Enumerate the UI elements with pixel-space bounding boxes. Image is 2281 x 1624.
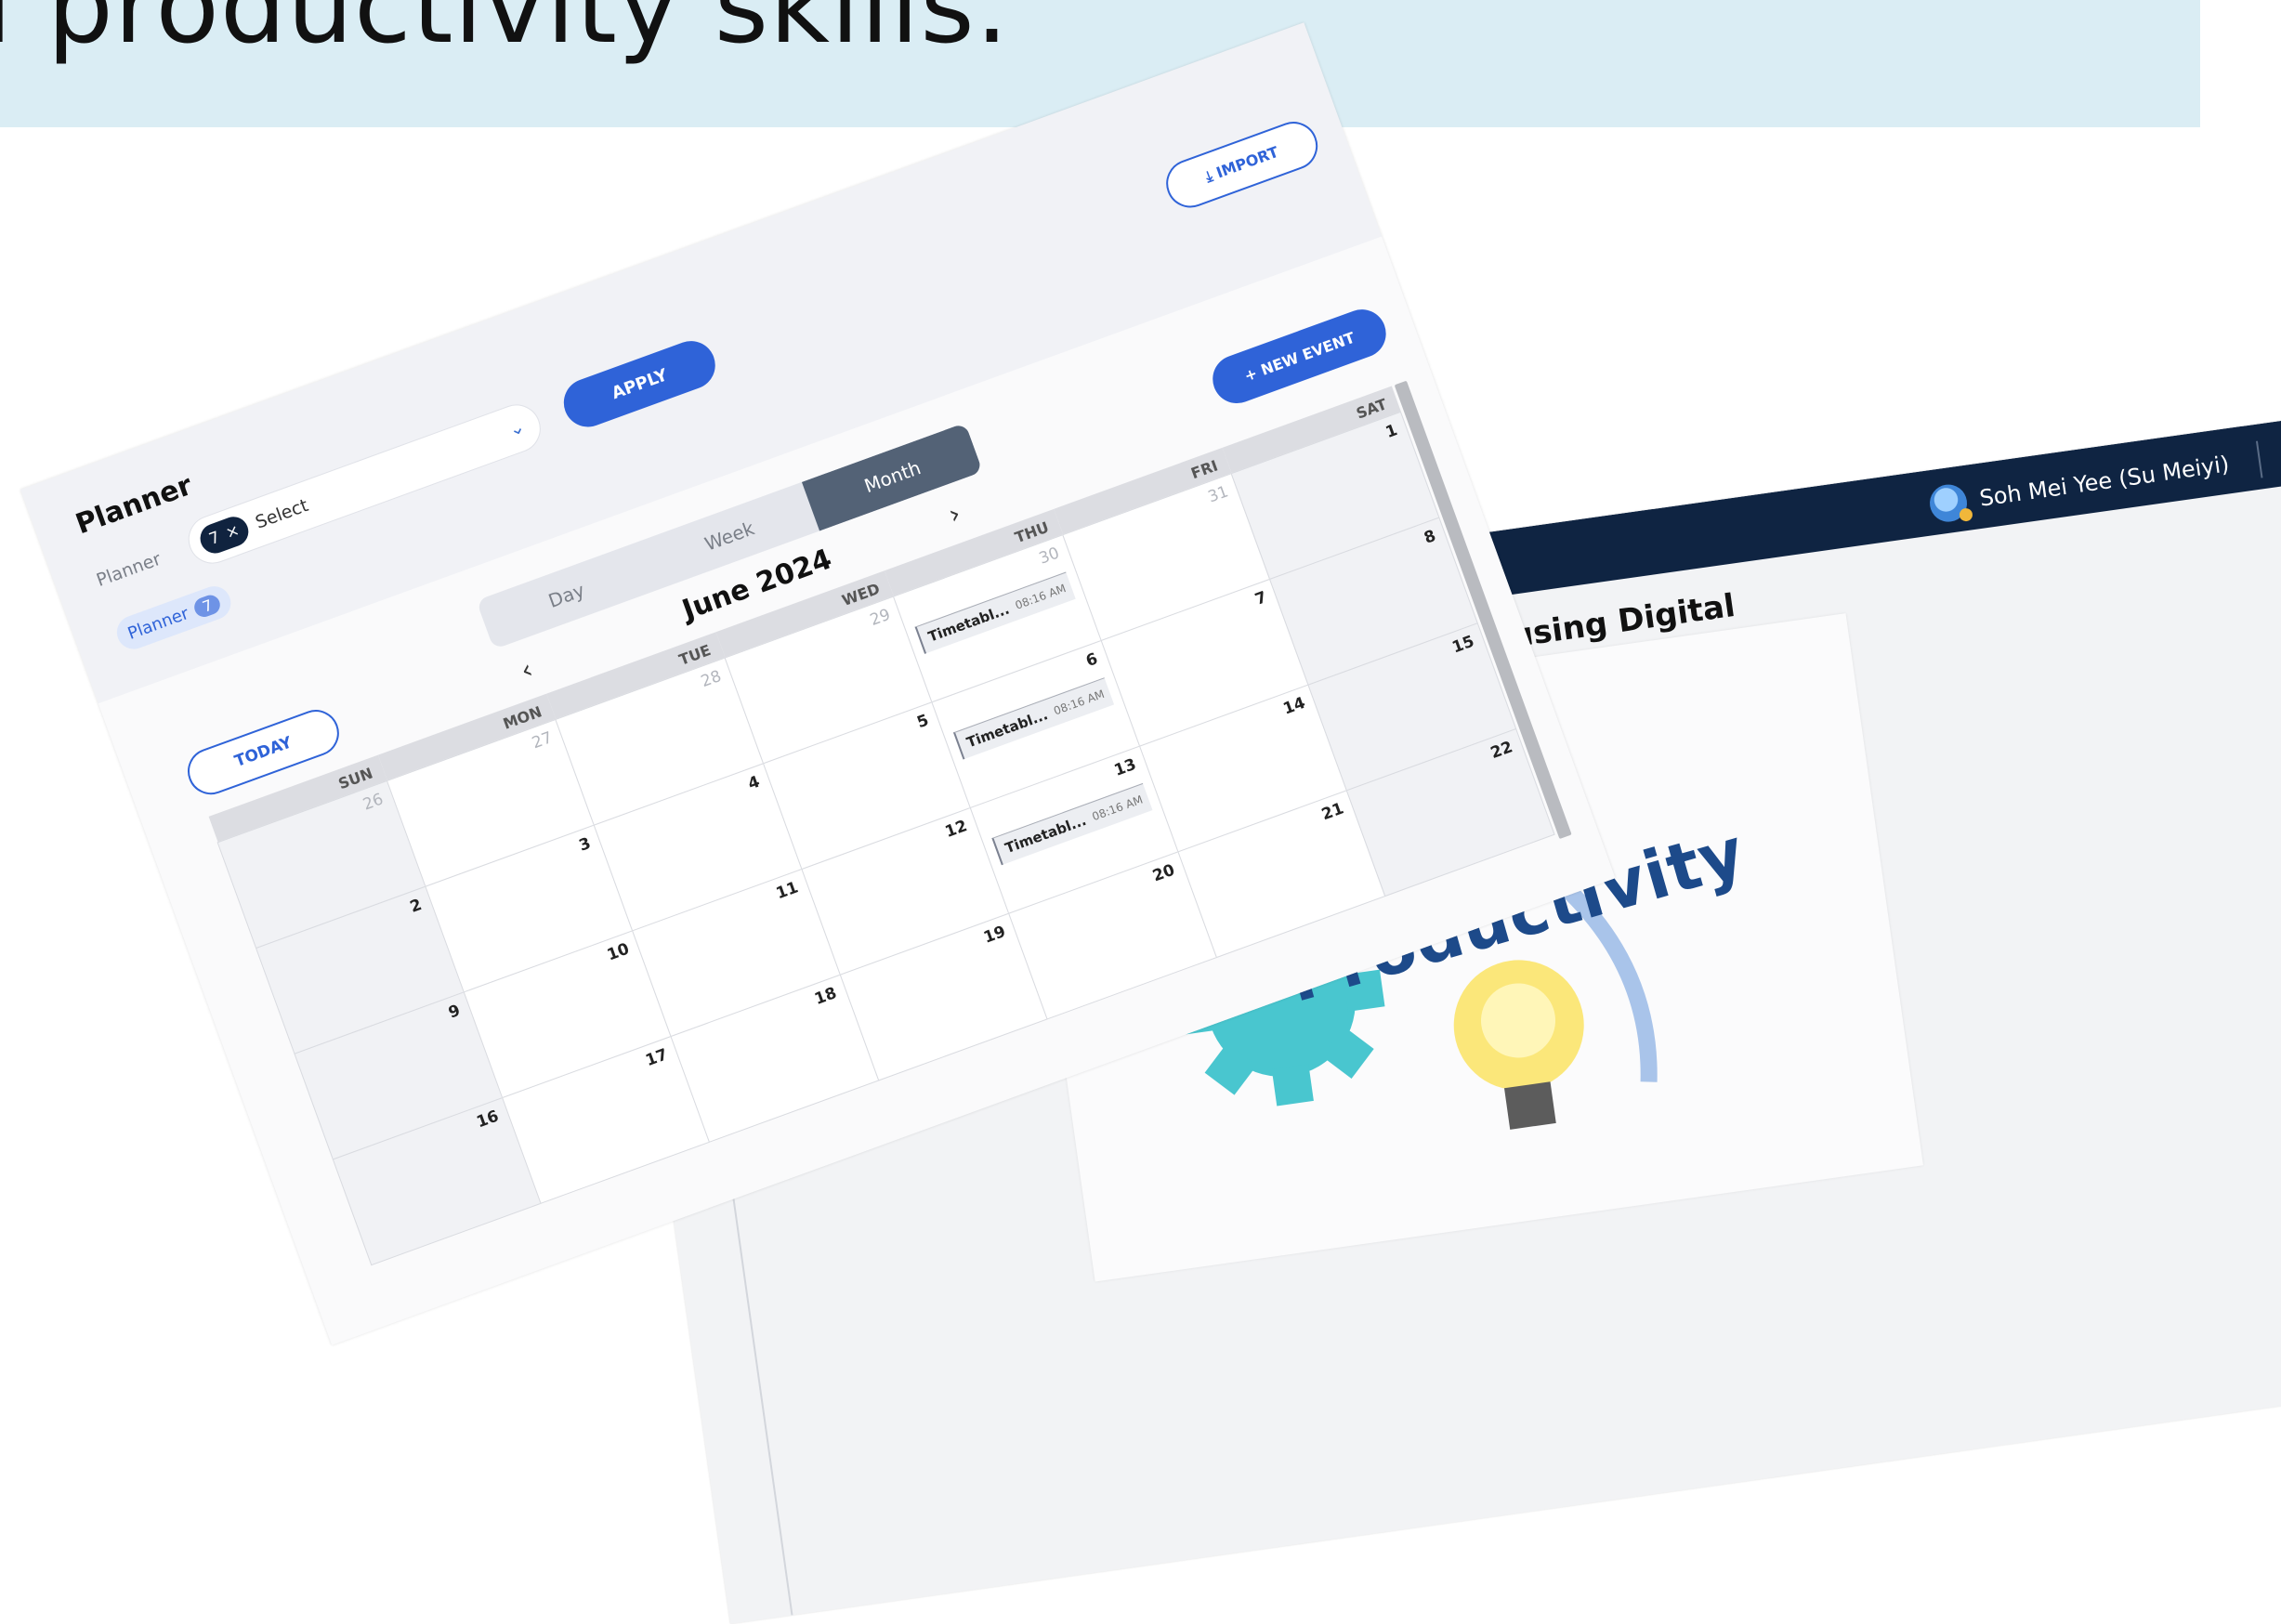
tag-count: 7 (191, 592, 223, 620)
selected-count-chip[interactable]: 7 × (196, 512, 253, 557)
day-number: 26 (361, 790, 387, 815)
day-number: 11 (773, 878, 801, 904)
day-number: 9 (446, 1001, 464, 1023)
select-placeholder: Select (253, 494, 311, 533)
day-number: 16 (474, 1107, 502, 1133)
day-number: 10 (604, 939, 632, 965)
event-time: 08:16 AM (1052, 687, 1107, 718)
user-menu[interactable]: Soh Mei Yee (Su Meiyi) (1927, 440, 2263, 525)
day-number: 7 (1252, 587, 1270, 609)
event-time: 08:16 AM (1090, 792, 1145, 824)
import-label: IMPORT (1213, 142, 1281, 182)
avatar (1927, 482, 1970, 525)
event-title: Timetabl... (1003, 811, 1089, 858)
day-number: 19 (981, 922, 1009, 948)
day-number: 1 (1383, 421, 1400, 442)
event-title: Timetabl... (964, 706, 1051, 752)
day-number: 4 (745, 772, 763, 794)
day-number: 17 (643, 1045, 671, 1071)
day-number: 27 (530, 728, 556, 753)
plus-icon: + (1241, 363, 1260, 385)
day-number: 30 (1036, 544, 1062, 569)
day-number: 2 (407, 896, 425, 917)
day-number: 29 (867, 605, 893, 630)
close-icon[interactable]: × (223, 521, 242, 544)
event-time: 08:16 AM (1013, 582, 1068, 612)
chevron-down-icon[interactable]: ⌄ (505, 414, 528, 440)
day-number: 14 (1280, 693, 1308, 719)
day-number: 3 (576, 833, 594, 856)
day-number: 13 (1111, 754, 1139, 780)
day-number: 18 (812, 984, 840, 1009)
day-number: 28 (698, 666, 725, 692)
day-number: 20 (1149, 860, 1178, 886)
download-icon: ⤓ (1202, 166, 1215, 186)
day-number: 5 (914, 711, 932, 733)
user-name: Soh Mei Yee (Su Meiyi) (1977, 451, 2232, 512)
day-number: 21 (1318, 799, 1346, 825)
calendar-event[interactable]: Timetabl... 08:16 AM (914, 571, 1076, 654)
day-number: 8 (1422, 526, 1439, 548)
event-title: Timetabl... (925, 600, 1012, 646)
chip-count: 7 (206, 528, 223, 549)
import-button[interactable]: ⤓ IMPORT (1159, 114, 1325, 215)
slide-title: l productivity skills. (0, 0, 1010, 67)
day-number: 15 (1449, 632, 1477, 658)
day-number: 12 (942, 817, 970, 843)
day-number: 22 (1488, 738, 1515, 764)
tag-label: Planner (125, 603, 191, 644)
lightbulb-icon (1453, 960, 1584, 1130)
planner-filter-tag[interactable]: Planner 7 (111, 581, 236, 654)
planner-select[interactable]: 7 × Select ⌄ (181, 398, 548, 570)
filter-label: Planner (93, 548, 164, 591)
calendar-event[interactable]: Timetabl... 08:16 AM (953, 677, 1114, 760)
day-number: 31 (1205, 482, 1231, 507)
page-title: Planner (72, 468, 197, 542)
apply-button[interactable]: APPLY (557, 334, 723, 434)
calendar-event[interactable]: Timetabl... 08:16 AM (991, 782, 1153, 866)
day-number: 6 (1083, 649, 1101, 672)
topbar-divider (2255, 440, 2263, 478)
